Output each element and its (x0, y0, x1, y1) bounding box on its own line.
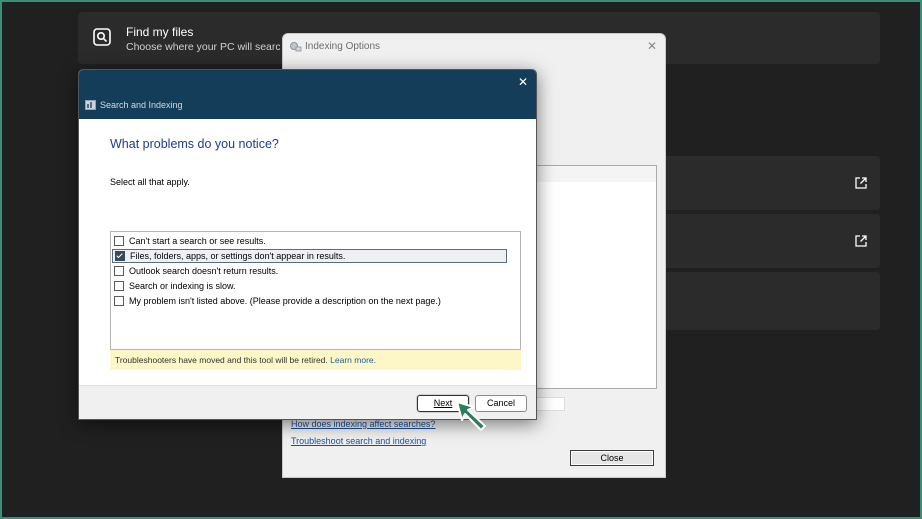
learn-more-link[interactable]: Learn more. (330, 355, 376, 365)
option-label: Can't start a search or see results. (129, 236, 266, 246)
notice-text: Troubleshooters have moved and this tool… (115, 355, 328, 365)
external-link-icon[interactable] (854, 176, 868, 190)
find-my-files-subtitle: Choose where your PC will search f (126, 41, 280, 53)
dialog-title: Search and Indexing (100, 100, 183, 110)
checkbox[interactable] (115, 251, 125, 261)
option-label: Files, folders, apps, or settings don't … (130, 251, 346, 261)
option-label: My problem isn't listed above. (Please p… (129, 296, 441, 306)
indexing-options-icon (290, 42, 302, 52)
indexing-affect-searches-link[interactable]: How does indexing affect searches? (291, 419, 435, 429)
option-files-not-in-results[interactable]: Files, folders, apps, or settings don't … (112, 249, 507, 263)
close-icon[interactable]: ✕ (647, 39, 657, 53)
instruction-text: Select all that apply. (110, 177, 190, 187)
page-title: What problems do you notice? (110, 137, 279, 151)
retirement-notice: Troubleshooters have moved and this tool… (110, 350, 521, 370)
find-my-files-title: Find my files (126, 25, 194, 39)
close-button[interactable]: Close (570, 450, 654, 466)
option-cant-start-search[interactable]: Can't start a search or see results. (112, 234, 507, 248)
troubleshoot-search-link[interactable]: Troubleshoot search and indexing (291, 436, 426, 446)
troubleshooter-icon (85, 100, 96, 110)
option-search-slow[interactable]: Search or indexing is slow. (112, 279, 507, 293)
next-label: Next (433, 398, 453, 408)
indexing-options-title: Indexing Options (305, 41, 381, 52)
indexing-status-field (535, 397, 565, 411)
checkbox[interactable] (114, 296, 124, 306)
option-label: Outlook search doesn't return results. (129, 266, 279, 276)
list-item[interactable] (536, 166, 656, 182)
close-icon[interactable]: ✕ (518, 75, 528, 89)
indexed-locations-list[interactable] (535, 165, 657, 389)
problem-options-list: Can't start a search or see results. Fil… (110, 231, 521, 350)
option-outlook-search[interactable]: Outlook search doesn't return results. (112, 264, 507, 278)
dialog-header: Search and Indexing ✕ (79, 70, 536, 119)
option-problem-not-listed[interactable]: My problem isn't listed above. (Please p… (112, 294, 507, 308)
cursor-arrow-icon (456, 401, 486, 431)
checkbox[interactable] (114, 236, 124, 246)
search-indexing-dialog: Search and Indexing ✕ What problems do y… (78, 69, 537, 420)
external-link-icon[interactable] (854, 234, 868, 248)
search-icon (93, 28, 111, 46)
option-label: Search or indexing is slow. (129, 281, 236, 291)
checkbox[interactable] (114, 266, 124, 276)
checkbox[interactable] (114, 281, 124, 291)
desktop-background: Find my files Choose where your PC will … (2, 2, 920, 517)
